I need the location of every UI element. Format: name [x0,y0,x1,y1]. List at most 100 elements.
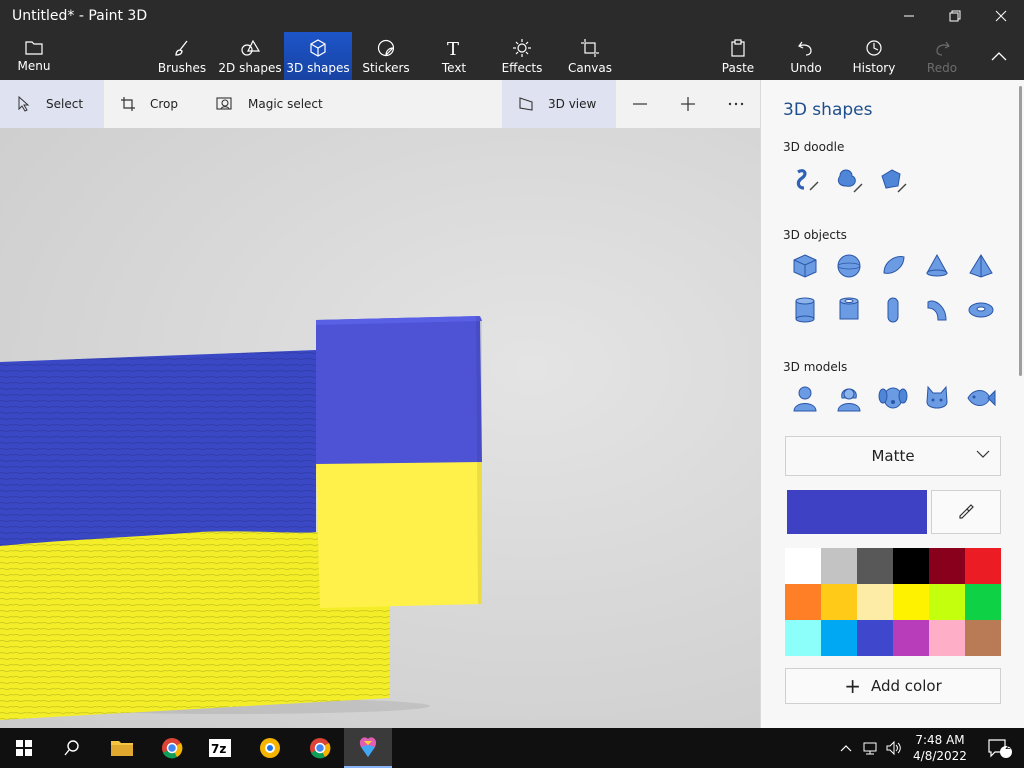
pyramid-button[interactable] [965,250,997,282]
add-color-button[interactable]: + Add color [785,668,1001,704]
dog-model-button[interactable] [877,382,909,414]
woman-model-button[interactable] [833,382,865,414]
block-blue-face[interactable] [316,316,482,468]
capsule-button[interactable] [877,294,909,326]
stickers-icon [377,39,395,57]
chrome-icon [310,738,331,759]
man-model-button[interactable] [789,382,821,414]
network-icon [863,742,877,755]
tool-canvas[interactable]: Canvas [564,32,616,80]
cone-button[interactable] [921,250,953,282]
hemisphere-button[interactable] [877,250,909,282]
cat-model-button[interactable] [921,382,953,414]
cylinder-button[interactable] [789,294,821,326]
paint-3d-window: Untitled* - Paint 3D Menu Brushes 2D sha… [0,0,1024,768]
panel-scrollbar[interactable] [1019,86,1022,376]
block-yellow-face[interactable] [316,462,482,608]
search-button[interactable] [48,728,96,768]
collapse-ribbon-button[interactable] [976,32,1022,80]
show-hidden-icons-button[interactable] [834,728,858,768]
dog-icon [878,387,908,409]
menu-button[interactable]: Menu [8,32,60,80]
undo-button[interactable]: Undo [780,32,832,80]
material-dropdown[interactable]: Matte [785,436,1001,476]
donut-button[interactable] [965,294,997,326]
close-button[interactable] [978,0,1024,32]
history-icon [866,40,882,56]
minimize-button[interactable] [886,0,932,32]
color-swatch[interactable] [785,620,821,656]
3d-shapes-panel: 3D shapes 3D doodle 3D objects 3D models… [760,80,1024,728]
color-swatch[interactable] [785,584,821,620]
tool-brushes[interactable]: Brushes [156,32,208,80]
tool-label: Effects [501,61,543,75]
current-color-swatch[interactable] [787,490,927,534]
sharp-edge-doodle-button[interactable] [789,164,821,196]
sphere-button[interactable] [833,250,865,282]
color-swatch[interactable] [929,620,965,656]
section-3d-models: 3D models [783,360,848,374]
tube-button[interactable] [833,294,865,326]
color-swatch[interactable] [893,620,929,656]
color-swatch[interactable] [821,584,857,620]
paste-button[interactable]: Paste [712,32,764,80]
svg-text:7z: 7z [211,742,226,756]
zoom-in-button[interactable] [676,80,700,128]
canvas-area[interactable] [0,128,760,728]
3d-view-button[interactable]: 3D view [502,80,616,128]
color-swatch[interactable] [929,584,965,620]
magic-select-button[interactable]: Magic select [216,80,336,128]
tool-2d-shapes[interactable]: 2D shapes [218,32,282,80]
history-button[interactable]: History [848,32,900,80]
color-swatch[interactable] [821,548,857,584]
section-3d-objects: 3D objects [783,228,847,242]
restore-icon [949,10,961,22]
cube-button[interactable] [789,250,821,282]
add-color-label: Add color [871,677,942,695]
color-swatch[interactable] [857,548,893,584]
zoom-out-button[interactable] [628,80,652,128]
man-icon [793,386,817,412]
tool-label: Canvas [567,61,613,75]
tool-3d-shapes[interactable]: 3D shapes [284,32,352,80]
3d-scene[interactable] [0,128,760,728]
windows-logo-icon [16,740,32,756]
tool-text[interactable]: T Text [428,32,480,80]
color-swatch[interactable] [893,548,929,584]
cursor-icon [18,96,30,112]
color-swatch[interactable] [965,584,1001,620]
capsule-icon [887,297,899,323]
curved-cylinder-button[interactable] [921,294,953,326]
color-swatch[interactable] [893,584,929,620]
tool-label: Brushes [157,61,207,75]
more-options-button[interactable] [724,80,748,128]
action-label: History [852,61,896,75]
paint-3d-taskbar-button[interactable] [344,728,392,768]
tool-effects[interactable]: Effects [496,32,548,80]
color-swatch[interactable] [965,548,1001,584]
redo-button[interactable]: Redo [916,32,968,80]
color-swatch[interactable] [857,584,893,620]
color-swatch[interactable] [857,620,893,656]
color-swatch[interactable] [965,620,1001,656]
select-button[interactable]: Select [0,80,104,128]
color-swatch[interactable] [821,620,857,656]
tool-stickers[interactable]: Stickers [360,32,412,80]
clock[interactable]: 7:48 AM 4/8/2022 [900,732,980,764]
file-explorer-button[interactable] [98,728,146,768]
network-button[interactable] [858,728,882,768]
fish-model-button[interactable] [965,382,997,414]
7zip-button[interactable]: 7z [196,728,244,768]
chrome-button[interactable] [148,728,196,768]
eyedropper-button[interactable] [931,490,1001,534]
maximize-button[interactable] [932,0,978,32]
soft-edge-doodle-button[interactable] [833,164,865,196]
color-swatch[interactable] [929,548,965,584]
color-swatch[interactable] [785,548,821,584]
crop-button[interactable]: Crop [120,80,200,128]
start-button[interactable] [0,728,48,768]
chrome-2-button[interactable] [296,728,344,768]
chrome-alt-button[interactable] [246,728,294,768]
action-center-button[interactable]: 2 [980,728,1020,768]
tube-doodle-button[interactable] [877,164,909,196]
